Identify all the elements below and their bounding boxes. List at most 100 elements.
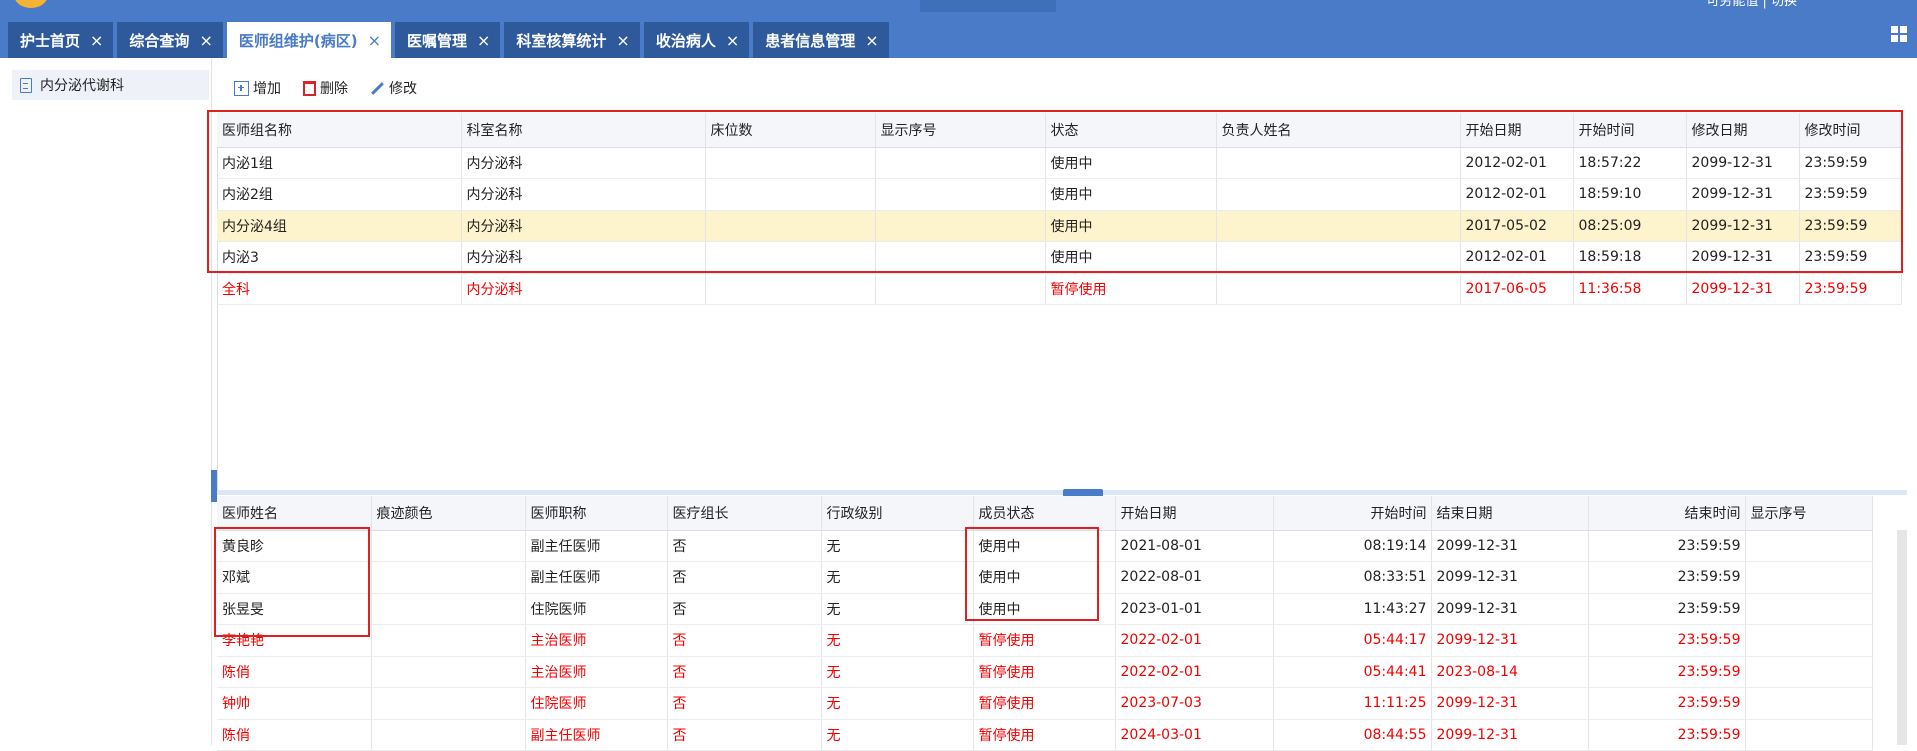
cell-title: 主治医师 bbox=[525, 656, 668, 688]
cell-end-date: 2099-12-31 bbox=[1431, 593, 1589, 625]
table-row[interactable]: 陈俏 副主任医师否无暂停使用 2024-03-01 08:44:55 2099-12-3… bbox=[217, 719, 1873, 751]
cell-end-date: 2099-12-31 bbox=[1431, 687, 1589, 720]
table-row[interactable]: 张昱旻 住院医师否无使用中 2023-01-01 11:43:27 2099-12-31… bbox=[217, 593, 1873, 625]
table-row[interactable]: 李艳艳 主治医师否无暂停使用 2022-02-01 05:44:17 2099-12-3… bbox=[217, 624, 1873, 657]
cell-start-time: 18:59:18 bbox=[1573, 241, 1687, 274]
column-header[interactable]: 床位数 bbox=[705, 113, 876, 148]
cell-order bbox=[1745, 593, 1873, 625]
column-header[interactable]: 结束时间 bbox=[1588, 496, 1746, 531]
app-grid-icon[interactable] bbox=[1891, 26, 1907, 42]
cell-order bbox=[875, 210, 1046, 242]
column-header[interactable]: 显示序号 bbox=[1745, 496, 1873, 531]
column-header[interactable]: 修改日期 bbox=[1686, 113, 1800, 148]
column-header[interactable]: 开始时间 bbox=[1273, 496, 1432, 531]
cell-beds bbox=[705, 241, 876, 274]
cell-start-time: 05:44:17 bbox=[1273, 624, 1432, 657]
delete-button[interactable]: 删除 bbox=[303, 78, 348, 98]
cell-mod-time: 23:59:59 bbox=[1799, 273, 1902, 305]
cell-leader: 否 bbox=[667, 624, 822, 657]
cell-mod-date: 2099-12-31 bbox=[1686, 178, 1800, 211]
close-icon[interactable]: × bbox=[477, 31, 490, 50]
tab-6[interactable]: 患者信息管理 × bbox=[753, 22, 889, 58]
tab-1[interactable]: 综合查询 × bbox=[117, 22, 223, 58]
user-info[interactable]: 可劳能值 | 切换 bbox=[1706, 0, 1797, 9]
tab-0[interactable]: 护士首页 × bbox=[8, 22, 114, 58]
cell-name: 内分泌4组 bbox=[217, 210, 462, 242]
group-table: 医师组名称 科室名称 床位数 显示序号 状态 负责人姓名 开始日期 开始时间 修改日期 修改时间 … bbox=[217, 113, 1902, 305]
column-header[interactable]: 科室名称 bbox=[461, 113, 706, 148]
table-row[interactable]: 内泌1组 内分泌科 使用中 2012-02-01 18:57:22 2099-12-31 2… bbox=[217, 147, 1902, 179]
column-header[interactable]: 开始时间 bbox=[1573, 113, 1687, 148]
cell-start-date: 2012-02-01 bbox=[1460, 147, 1574, 179]
column-header[interactable]: 状态 bbox=[1045, 113, 1217, 148]
cell-name: 李艳艳 bbox=[217, 624, 372, 657]
tab-label: 医师组维护(病区) bbox=[238, 31, 358, 50]
cell-leader bbox=[1216, 273, 1461, 305]
cell-leader: 否 bbox=[667, 656, 822, 688]
cell-order bbox=[1745, 561, 1873, 594]
column-header[interactable]: 修改时间 bbox=[1799, 113, 1902, 148]
close-icon[interactable]: × bbox=[90, 31, 103, 50]
cell-status: 暂停使用 bbox=[973, 687, 1116, 720]
column-header[interactable]: 成员状态 bbox=[973, 496, 1116, 531]
cell-start-time: 11:11:25 bbox=[1273, 687, 1432, 720]
cell-end-date: 2099-12-31 bbox=[1431, 561, 1589, 594]
sidebar-item-endocrine[interactable]: 内分泌代谢科 bbox=[12, 70, 209, 100]
close-icon[interactable]: × bbox=[199, 31, 212, 50]
table-row[interactable]: 内泌3 内分泌科 使用中 2012-02-01 18:59:18 2099-12-31 23… bbox=[217, 241, 1902, 274]
cell-start-time: 18:59:10 bbox=[1573, 178, 1687, 211]
pane-splitter[interactable] bbox=[217, 490, 1907, 495]
column-header[interactable]: 医疗组长 bbox=[667, 496, 822, 531]
table-row[interactable]: 内泌2组 内分泌科 使用中 2012-02-01 18:59:10 2099-12-31 2… bbox=[217, 178, 1902, 211]
table-row[interactable]: 邓斌 副主任医师否无使用中 2022-08-01 08:33:51 2099-12-31… bbox=[217, 561, 1873, 594]
cell-start-date: 2023-07-03 bbox=[1115, 687, 1274, 720]
edit-button[interactable]: 修改 bbox=[370, 78, 417, 98]
table-row[interactable]: 全科 内分泌科 暂停使用 2017-06-05 11:36:58 2099-12-31 23… bbox=[217, 273, 1902, 305]
cell-mod-date: 2099-12-31 bbox=[1686, 241, 1800, 274]
table-row[interactable]: 陈俏 主治医师否无暂停使用 2022-02-01 05:44:41 2023-08-14… bbox=[217, 656, 1873, 688]
close-icon[interactable]: × bbox=[368, 31, 381, 50]
close-icon[interactable]: × bbox=[616, 31, 629, 50]
cell-leader bbox=[1216, 147, 1461, 179]
tab-4[interactable]: 科室核算统计 × bbox=[504, 22, 640, 58]
cell-order bbox=[1745, 624, 1873, 657]
table-row[interactable]: 内分泌4组 内分泌科 使用中 2017-05-02 08:25:09 2099-12-31… bbox=[217, 210, 1902, 242]
cell-title: 副主任医师 bbox=[525, 530, 668, 562]
column-header[interactable]: 开始日期 bbox=[1115, 496, 1274, 531]
group-table-header: 医师组名称 科室名称 床位数 显示序号 状态 负责人姓名 开始日期 开始时间 修改日期 修改时间 bbox=[217, 113, 1902, 148]
cell-leader: 否 bbox=[667, 593, 822, 625]
cell-color bbox=[371, 687, 526, 720]
cell-start-date: 2022-02-01 bbox=[1115, 656, 1274, 688]
cell-status: 使用中 bbox=[1045, 147, 1217, 179]
cell-dept: 内分泌科 bbox=[461, 210, 706, 242]
cell-end-time: 23:59:59 bbox=[1588, 530, 1746, 562]
tab-bar: 护士首页 × 综合查询 × 医师组维护(病区) × 医嘱管理 × 科室核算统计 × 收治病人 × 患者信… bbox=[8, 22, 889, 58]
tab-3[interactable]: 医嘱管理 × bbox=[394, 22, 501, 58]
cell-order bbox=[1745, 530, 1873, 562]
member-table-scrollbar[interactable] bbox=[1897, 530, 1907, 745]
add-button[interactable]: 增加 bbox=[234, 78, 281, 98]
column-header[interactable]: 显示序号 bbox=[875, 113, 1046, 148]
column-header[interactable]: 医师组名称 bbox=[217, 113, 462, 148]
column-header[interactable]: 负责人姓名 bbox=[1216, 113, 1461, 148]
column-header[interactable]: 结束日期 bbox=[1431, 496, 1589, 531]
cell-end-time: 23:59:59 bbox=[1588, 624, 1746, 657]
cell-start-time: 08:33:51 bbox=[1273, 561, 1432, 594]
column-header[interactable]: 医师姓名 bbox=[217, 496, 372, 531]
close-icon[interactable]: × bbox=[865, 31, 878, 50]
tab-2[interactable]: 医师组维护(病区) × bbox=[226, 22, 391, 58]
cell-start-time: 11:43:27 bbox=[1273, 593, 1432, 625]
table-row[interactable]: 钟帅 住院医师否无暂停使用 2023-07-03 11:11:25 2099-12-31… bbox=[217, 687, 1873, 720]
column-header[interactable]: 行政级别 bbox=[821, 496, 974, 531]
tab-5[interactable]: 收治病人 × bbox=[643, 22, 750, 58]
table-row[interactable]: 黄良昣 副主任医师否无使用中 2021-08-01 08:19:14 2099-12-3… bbox=[217, 530, 1873, 562]
cell-level: 无 bbox=[821, 687, 974, 720]
cell-title: 副主任医师 bbox=[525, 719, 668, 751]
column-header[interactable]: 开始日期 bbox=[1460, 113, 1574, 148]
cell-status: 使用中 bbox=[1045, 241, 1217, 274]
cell-end-time: 23:59:59 bbox=[1588, 719, 1746, 751]
column-header[interactable]: 痕迹颜色 bbox=[371, 496, 526, 531]
close-icon[interactable]: × bbox=[726, 31, 739, 50]
column-header[interactable]: 医师职称 bbox=[525, 496, 668, 531]
trash-icon bbox=[303, 80, 316, 96]
